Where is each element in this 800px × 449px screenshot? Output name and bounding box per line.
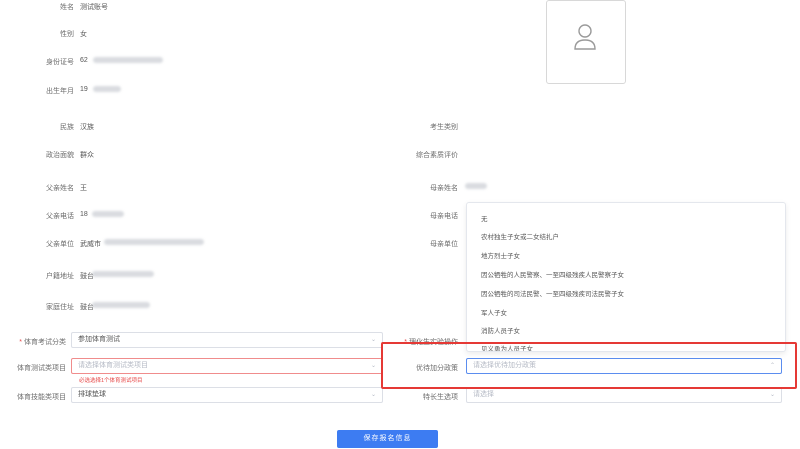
pe-skill-items-value: 排球垫球 — [78, 391, 106, 398]
name-label: 姓名 — [60, 4, 74, 11]
name-value: 测试账号 — [80, 4, 108, 11]
father-work-label: 父亲单位 — [46, 241, 74, 248]
redacted-mother-name — [465, 183, 487, 189]
pe-exam-category-label: * 体育考试分类 — [19, 339, 66, 346]
dropdown-option[interactable]: 无 — [481, 213, 488, 223]
father-phone-label: 父亲电话 — [46, 213, 74, 220]
pe-skill-items-select[interactable]: 排球垫球 ⌄ — [71, 387, 383, 403]
father-work-value: 武威市 — [80, 241, 101, 248]
specialty-select[interactable]: 请选择 ⌄ — [466, 387, 782, 403]
redacted-father-work — [104, 239, 204, 245]
dropdown-option[interactable]: 因公牺牲的司法民警、一至四级残疾司法民警子女 — [481, 288, 624, 298]
user-icon — [574, 24, 596, 50]
chevron-down-icon: ⌄ — [770, 392, 776, 398]
id-number-value: 62 — [80, 57, 88, 64]
specialty-label: 特长生选项 — [423, 394, 458, 401]
dropdown-option[interactable]: 农村独生子女或二女结扎户 — [481, 231, 559, 241]
mother-work-label: 母亲单位 — [430, 241, 458, 248]
redacted-household-address — [92, 271, 154, 277]
gender-label: 性别 — [60, 31, 74, 38]
mother-phone-label: 母亲电话 — [430, 213, 458, 220]
chevron-down-icon: ⌄ — [371, 337, 377, 343]
pe-exam-items-placeholder: 请选择体育测试类项目 — [78, 362, 148, 369]
home-address-label: 家庭住址 — [46, 304, 74, 311]
dropdown-option[interactable]: 地方烈士子女 — [481, 250, 520, 260]
photo-placeholder — [546, 0, 626, 84]
pe-exam-items-select[interactable]: 请选择体育测试类项目 ⌄ — [71, 358, 383, 374]
redacted-father-phone — [92, 211, 124, 217]
father-name-value: 王 — [80, 185, 87, 192]
ethnicity-value: 汉族 — [80, 124, 94, 131]
pe-skill-items-label: 体育技能类项目 — [17, 394, 66, 401]
father-phone-value: 18 — [80, 211, 88, 218]
preferential-policy-dropdown: 无 农村独生子女或二女结扎户 地方烈士子女 因公牺牲的人民警察、一至四级残疾人民… — [466, 202, 786, 352]
dropdown-option[interactable]: 军人子女 — [481, 307, 507, 317]
highlight-box — [381, 342, 797, 389]
pe-exam-category-select[interactable]: 参加体育测试 ⌄ — [71, 332, 383, 348]
quality-evaluation-label: 综合素质评价 — [416, 152, 458, 159]
political-status-label: 政治面貌 — [46, 152, 74, 159]
pe-exam-items-error: 必选选择1个体育测试项目 — [79, 378, 143, 384]
candidate-type-label: 考生类别 — [430, 124, 458, 131]
household-address-label: 户籍地址 — [46, 273, 74, 280]
id-number-label: 身份证号 — [46, 59, 74, 66]
birth-date-label: 出生年月 — [46, 88, 74, 95]
gender-value: 女 — [80, 31, 87, 38]
specialty-placeholder: 请选择 — [473, 391, 494, 398]
chevron-down-icon: ⌄ — [371, 392, 377, 398]
chevron-down-icon: ⌄ — [371, 363, 377, 369]
dropdown-option[interactable]: 消防人员子女 — [481, 325, 520, 335]
pe-exam-items-label: 体育测试类项目 — [17, 365, 66, 372]
save-registration-button[interactable]: 保存报名信息 — [337, 430, 438, 448]
father-name-label: 父亲姓名 — [46, 185, 74, 192]
ethnicity-label: 民族 — [60, 124, 74, 131]
dropdown-option[interactable]: 因公牺牲的人民警察、一至四级残疾人民警察子女 — [481, 269, 624, 279]
redacted-birth — [93, 86, 121, 92]
mother-name-label: 母亲姓名 — [430, 185, 458, 192]
birth-date-value: 19 — [80, 86, 88, 93]
redacted-id — [93, 57, 163, 63]
political-status-value: 群众 — [80, 152, 94, 159]
redacted-home-address — [92, 302, 150, 308]
pe-exam-category-value: 参加体育测试 — [78, 336, 120, 343]
